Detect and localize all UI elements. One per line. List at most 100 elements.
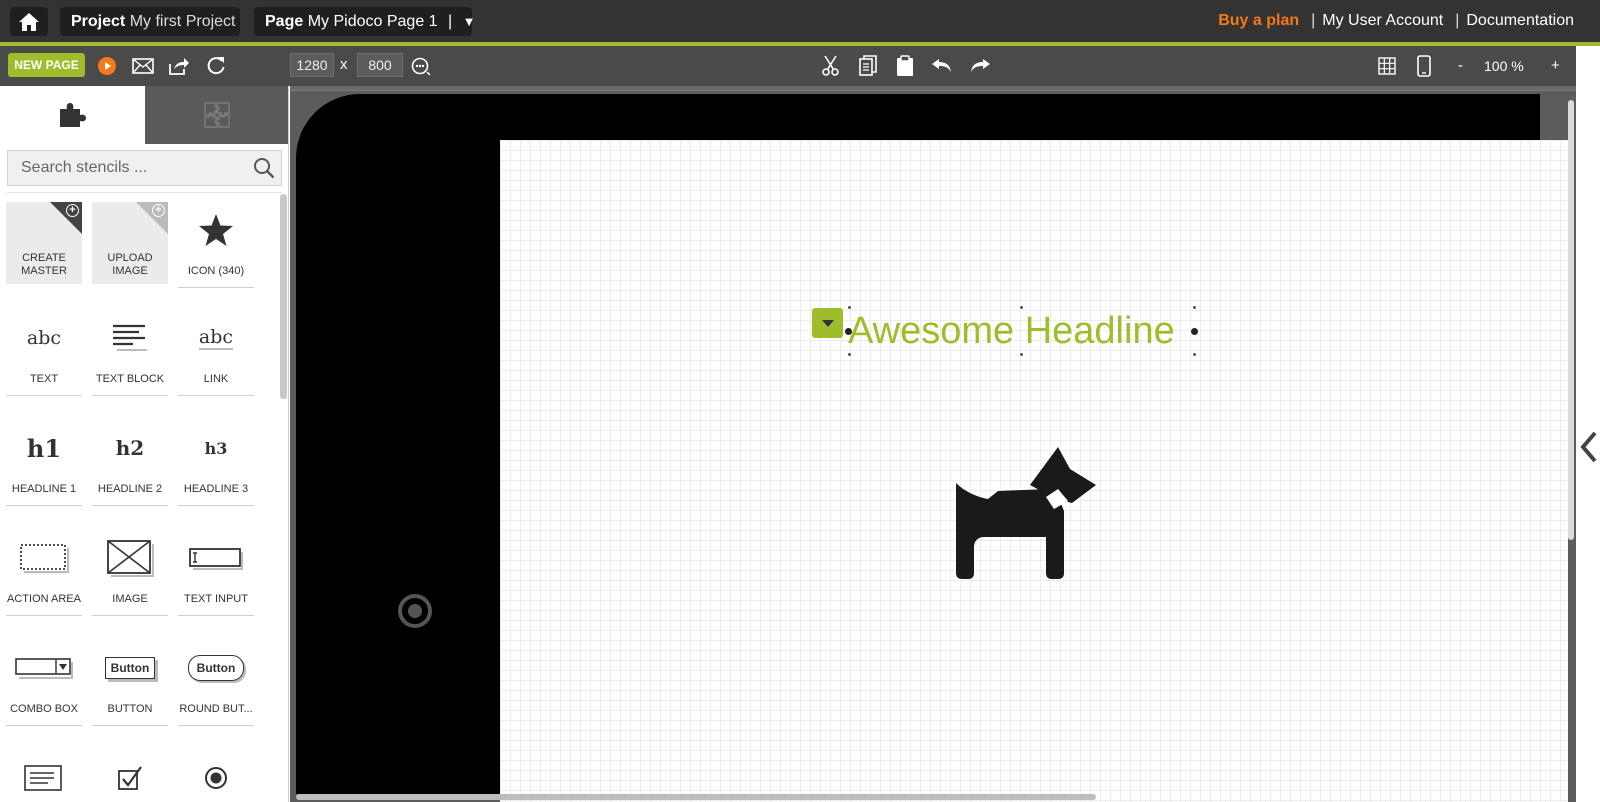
zoom-level: 100 % [1484, 58, 1524, 74]
text-input-icon [178, 538, 254, 578]
dog-icon[interactable] [954, 445, 1100, 579]
selected-headline-element[interactable]: Awesome Headline [845, 306, 1198, 356]
export-button[interactable] [166, 53, 192, 79]
paste-button[interactable] [892, 53, 918, 79]
stencil-button[interactable]: Button BUTTON [92, 640, 168, 726]
h3-icon: h3 [204, 438, 228, 458]
page-dropdown-icon[interactable]: ▼ [463, 14, 476, 29]
copy-icon [859, 55, 877, 76]
tab-stencils[interactable] [0, 86, 145, 144]
zoom-in-button[interactable]: + [1551, 53, 1560, 79]
undo-button[interactable] [929, 53, 955, 79]
page-height-input[interactable]: 800 [357, 53, 403, 77]
stencil-underline [6, 725, 82, 726]
page-size-options-button[interactable] [408, 53, 434, 79]
stencil-search [7, 150, 282, 186]
page-width-input[interactable]: 1280 [290, 53, 334, 77]
awesome-headline[interactable]: Awesome Headline [848, 308, 1196, 354]
stencil-action-area[interactable]: ACTION AREA [6, 530, 82, 616]
dimension-separator: x [340, 56, 348, 73]
stencil-image[interactable]: IMAGE [92, 530, 168, 616]
stencil-label: BUTTON [107, 703, 153, 715]
page-name: My Pidoco Page 1 [307, 13, 438, 30]
share-email-button[interactable] [130, 53, 156, 79]
stencil-create-master[interactable]: + CREATE MASTER [6, 202, 82, 284]
resize-handle-bottom-left[interactable] [848, 353, 851, 356]
grid-toggle-button[interactable] [1374, 53, 1400, 79]
documentation-link[interactable]: Documentation [1466, 12, 1574, 30]
stencil-headline-1[interactable]: h1 HEADLINE 1 [6, 420, 82, 506]
zoom-out-button[interactable]: - [1458, 53, 1463, 79]
home-button[interactable] [10, 7, 48, 36]
mobile-device-icon [1417, 55, 1431, 77]
stencil-list[interactable] [6, 750, 82, 802]
device-frame-button[interactable] [1411, 53, 1437, 79]
play-icon [98, 57, 116, 75]
top-header: Project My first Project Page My Pidoco … [0, 0, 1600, 42]
simulate-button[interactable] [94, 53, 120, 79]
stencil-underline [178, 615, 254, 616]
resize-handle-right[interactable] [1191, 328, 1198, 335]
text-block-icon [92, 318, 168, 358]
canvas-vertical-scrollbar[interactable] [1568, 100, 1574, 540]
resize-handle-top[interactable] [1020, 306, 1023, 309]
canvas-horizontal-scrollbar[interactable] [296, 794, 1096, 800]
stencil-underline [178, 725, 254, 726]
stencil-headline-2[interactable]: h2 HEADLINE 2 [92, 420, 168, 506]
resize-handle-left[interactable] [845, 328, 852, 335]
resize-handle-bottom[interactable] [1020, 353, 1023, 356]
stencil-label: ICON (340) [187, 265, 245, 277]
resize-handle-top-left[interactable] [848, 306, 851, 309]
stencil-text[interactable]: abc TEXT [6, 310, 82, 396]
image-icon [92, 538, 168, 578]
button-icon: Button [92, 648, 168, 688]
stencil-label: HEADLINE 2 [97, 483, 163, 495]
stencil-text-block[interactable]: TEXT BLOCK [92, 310, 168, 396]
stencil-upload-image[interactable]: + UPLOAD IMAGE [92, 202, 168, 284]
user-account-link[interactable]: My User Account [1322, 12, 1443, 30]
stencil-combo-box[interactable]: COMBO BOX [6, 640, 82, 726]
copy-button[interactable] [855, 53, 881, 79]
project-breadcrumb[interactable]: Project My first Project [60, 7, 240, 36]
grid-icon [1378, 57, 1396, 75]
stencil-link[interactable]: abc LINK [178, 310, 254, 396]
stencil-label: UPLOAD IMAGE [107, 252, 153, 277]
element-menu-button[interactable] [812, 308, 843, 338]
plus-icon: + [152, 204, 165, 217]
stencil-headline-3[interactable]: h3 HEADLINE 3 [178, 420, 254, 506]
sidebar-divider [7, 192, 282, 193]
cut-button[interactable] [818, 53, 844, 79]
account-links: Buy a plan | My User Account | Documenta… [1218, 0, 1574, 42]
search-icon[interactable] [253, 157, 275, 179]
puzzle-piece-icon [59, 103, 86, 127]
round-button-icon: Button [178, 648, 254, 688]
stencil-underline [6, 395, 82, 396]
stencil-round-button[interactable]: Button ROUND BUT... [178, 640, 254, 726]
stencil-text-input[interactable]: TEXT INPUT [178, 530, 254, 616]
stencil-underline [92, 505, 168, 506]
list-icon [6, 758, 82, 798]
refresh-button[interactable] [203, 53, 229, 79]
star-icon [178, 210, 254, 250]
buy-plan-link[interactable]: Buy a plan [1218, 12, 1299, 30]
chevron-down-icon [821, 319, 834, 327]
stencil-underline [178, 505, 254, 506]
sidebar-scrollbar[interactable] [280, 194, 287, 399]
new-page-button[interactable]: NEW PAGE [8, 53, 85, 77]
radio-button-icon [178, 758, 254, 798]
link-separator: | [1311, 12, 1316, 29]
redo-button[interactable] [967, 53, 993, 79]
page-breadcrumb[interactable]: Page My Pidoco Page 1 | ▼ [254, 7, 476, 36]
stencil-radio-button[interactable] [178, 750, 254, 802]
stencil-search-input[interactable] [8, 151, 248, 185]
stencil-checkbox[interactable] [92, 750, 168, 802]
stencil-label: IMAGE [112, 593, 148, 605]
puzzle-outline-icon [204, 102, 230, 128]
right-panel-rail [1576, 46, 1600, 802]
tab-masters[interactable] [145, 86, 288, 144]
chevron-left-icon[interactable] [1580, 430, 1598, 464]
project-name: My first Project [129, 13, 236, 30]
resize-handle-bottom-right[interactable] [1193, 353, 1196, 356]
stencil-icon[interactable]: ICON (340) [178, 202, 254, 288]
resize-handle-top-right[interactable] [1193, 306, 1196, 309]
